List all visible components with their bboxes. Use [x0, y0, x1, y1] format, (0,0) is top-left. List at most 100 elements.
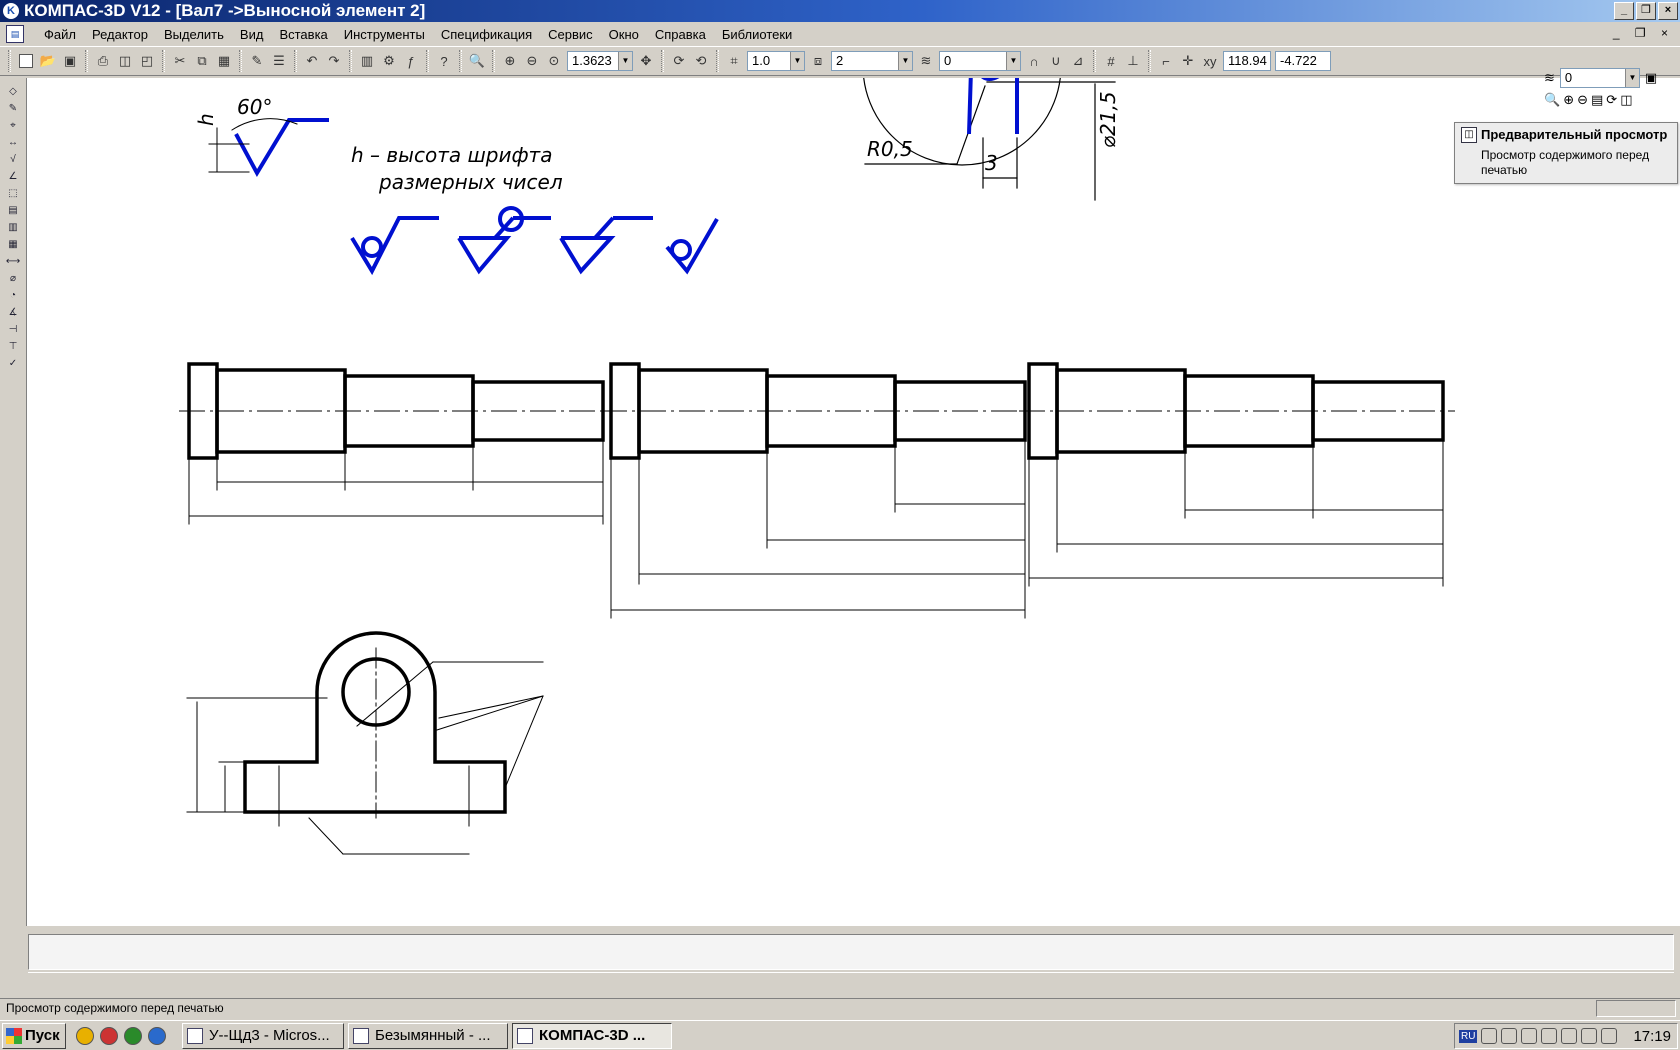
start-button[interactable]: Пуск: [2, 1022, 66, 1049]
snap-active-icon[interactable]: ✛: [1177, 50, 1199, 72]
height-mark-icon[interactable]: ⊤: [4, 339, 22, 353]
redo-icon[interactable]: ↷: [323, 50, 345, 72]
roughness-variants[interactable]: [350, 206, 719, 276]
menu-window[interactable]: Окно: [601, 27, 647, 42]
preview-icon[interactable]: ◰: [136, 50, 158, 72]
angle-icon[interactable]: ∡: [4, 305, 22, 319]
roughness-icon[interactable]: ✓: [4, 356, 22, 370]
properties-icon[interactable]: ☰: [268, 50, 290, 72]
tray-gpu-icon[interactable]: [1601, 1028, 1618, 1044]
new-document-icon[interactable]: [15, 50, 37, 72]
spec-icon[interactable]: ▤: [4, 203, 22, 217]
coord-x-field[interactable]: 118.94: [1223, 51, 1271, 71]
print-icon[interactable]: ⎙: [92, 50, 114, 72]
geometry-icon[interactable]: ◇: [4, 84, 22, 98]
designations-icon[interactable]: √: [4, 152, 22, 166]
parametrization-icon[interactable]: ⌖: [4, 118, 22, 132]
local-cs-icon[interactable]: ⊥: [1122, 50, 1144, 72]
step-field[interactable]: 1.0 ▼: [747, 51, 805, 71]
cut-icon[interactable]: ✂: [169, 50, 191, 72]
menu-insert[interactable]: Вставка: [271, 27, 335, 42]
grid-step-icon[interactable]: ⌗: [723, 50, 745, 72]
redraw-icon[interactable]: ⟲: [690, 50, 712, 72]
detail-groove[interactable]: [863, 78, 1067, 135]
roughness-symbol-main[interactable]: [234, 118, 329, 178]
minimize-button[interactable]: _: [1614, 2, 1634, 20]
quick-launch-green-icon[interactable]: [124, 1026, 142, 1045]
menu-libraries[interactable]: Библиотеки: [714, 27, 800, 42]
menu-view[interactable]: Вид: [232, 27, 272, 42]
view-icon[interactable]: ⧈: [807, 50, 829, 72]
window-title-bar[interactable]: K КОМПАС-3D V12 - [Вал7 ->Выносной элеме…: [0, 0, 1680, 22]
pan-icon[interactable]: ✥: [635, 50, 657, 72]
menu-select[interactable]: Выделить: [156, 27, 232, 42]
help-pointer-icon[interactable]: ?: [433, 50, 455, 72]
insert-icon[interactable]: ▦: [4, 237, 22, 251]
view-field[interactable]: 2 ▼: [831, 51, 913, 71]
zoom-out-icon[interactable]: ⊖: [1577, 92, 1588, 108]
select-icon[interactable]: ⬚: [4, 186, 22, 200]
zoom-scale-icon[interactable]: ⊙: [543, 50, 565, 72]
save-view-icon[interactable]: ▣: [1645, 70, 1657, 86]
tray-network-icon[interactable]: [1501, 1028, 1518, 1044]
drawing-svg[interactable]: 60° h h – высота шрифта размерных чисел: [27, 78, 1680, 926]
break-dim-icon[interactable]: ⊣: [4, 322, 22, 336]
layer-dropdown-arrow[interactable]: ▼: [1006, 52, 1020, 70]
menu-help[interactable]: Справка: [647, 27, 714, 42]
dimensions-icon[interactable]: ↔: [4, 135, 22, 149]
command-input-bar[interactable]: [28, 934, 1674, 970]
menu-file[interactable]: Файл: [36, 27, 84, 42]
close-button[interactable]: ×: [1658, 2, 1678, 20]
print-preview-icon[interactable]: ◫: [1620, 92, 1632, 108]
diameter-icon[interactable]: ⌀: [4, 271, 22, 285]
task-kompas[interactable]: КОМПАС-3D ...: [512, 1022, 672, 1049]
layer-field[interactable]: 0 ▼: [939, 51, 1021, 71]
drawing-canvas[interactable]: 60° h h – высота шрифта размерных чисел: [26, 78, 1680, 926]
ortho-icon[interactable]: ⊿: [1067, 50, 1089, 72]
task-paint[interactable]: Безымянный - ...: [348, 1022, 508, 1049]
preview-page-icon[interactable]: ▤: [1591, 92, 1603, 108]
maximize-button[interactable]: ❐: [1636, 2, 1656, 20]
zoom-in-icon[interactable]: ⊕: [499, 50, 521, 72]
library-icon[interactable]: ⚙: [378, 50, 400, 72]
layer-icon[interactable]: ≋: [1544, 70, 1555, 86]
zoom-out-icon[interactable]: ⊖: [521, 50, 543, 72]
variables-icon[interactable]: ƒ: [400, 50, 422, 72]
menu-service[interactable]: Сервис: [540, 27, 601, 42]
paste-icon[interactable]: ▦: [213, 50, 235, 72]
print-preview-icon[interactable]: ◫: [114, 50, 136, 72]
tray-antivirus-icon[interactable]: [1521, 1028, 1538, 1044]
copy-icon[interactable]: ⧉: [191, 50, 213, 72]
manager-icon[interactable]: ▥: [356, 50, 378, 72]
right-layer-dropdown-arrow[interactable]: ▼: [1624, 69, 1639, 87]
right-layer-field[interactable]: 0 ▼: [1559, 68, 1640, 88]
task-word[interactable]: У--Щд3 - Micros...: [182, 1022, 344, 1049]
tray-flag-icon[interactable]: [1541, 1028, 1558, 1044]
tray-display-icon[interactable]: [1561, 1028, 1578, 1044]
internet-explorer-icon[interactable]: [148, 1026, 166, 1045]
format-brush-icon[interactable]: ✎: [246, 50, 268, 72]
clock[interactable]: 17:19: [1633, 1028, 1671, 1045]
view-dropdown-arrow[interactable]: ▼: [898, 52, 912, 70]
undo-icon[interactable]: ↶: [301, 50, 323, 72]
snap-magnet-2-icon[interactable]: ∪: [1045, 50, 1067, 72]
zoom-dropdown-arrow[interactable]: ▼: [618, 52, 632, 70]
tray-update-icon[interactable]: [1581, 1028, 1598, 1044]
document-icon[interactable]: ▤: [6, 25, 24, 43]
language-indicator[interactable]: RU: [1459, 1029, 1478, 1043]
document-window-controls[interactable]: _ ❐ ×: [1613, 26, 1674, 40]
refresh-icon[interactable]: ⟳: [668, 50, 690, 72]
menu-editor[interactable]: Редактор: [84, 27, 156, 42]
zoom-window-icon[interactable]: 🔍: [466, 50, 488, 72]
reports-icon[interactable]: ▥: [4, 220, 22, 234]
menu-specification[interactable]: Спецификация: [433, 27, 540, 42]
line-dim-icon[interactable]: ⟷: [4, 254, 22, 268]
tray-app-icon[interactable]: [1481, 1028, 1498, 1044]
save-icon[interactable]: ▣: [59, 50, 81, 72]
round-icon[interactable]: ⌐: [1155, 50, 1177, 72]
open-folder-icon[interactable]: 📂: [37, 50, 59, 72]
zoom-all-icon[interactable]: 🔍: [1544, 92, 1560, 108]
snap-magnet-icon[interactable]: ∩: [1023, 50, 1045, 72]
layer-icon[interactable]: ≋: [915, 50, 937, 72]
grid-icon[interactable]: #: [1100, 50, 1122, 72]
